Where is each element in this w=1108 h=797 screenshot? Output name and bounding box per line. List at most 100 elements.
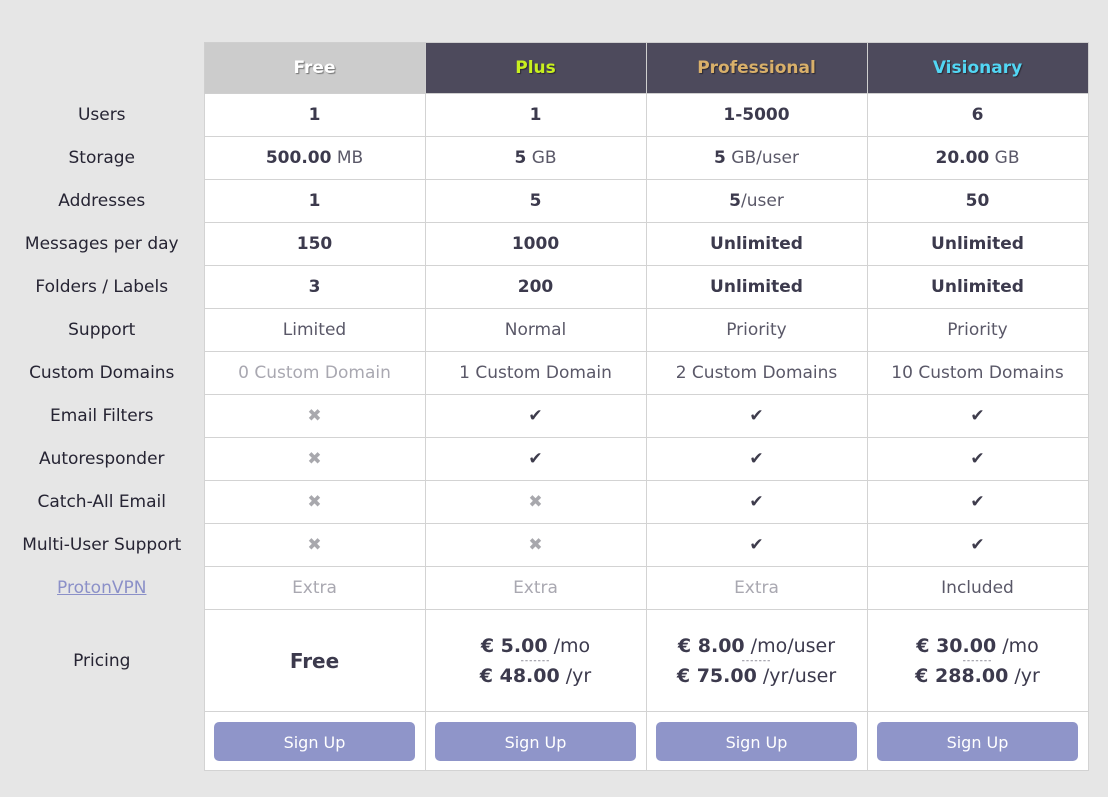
cell-addresses-plus: 5 [424,179,647,223]
signup-button-professional[interactable]: Sign Up [656,721,857,761]
check-icon: ✔ [970,492,985,512]
cell-vpn-free: Extra [203,566,426,610]
row-signup: Sign Up Sign Up Sign Up Sign Up [0,711,1089,771]
price-amount: € 8.00 [677,634,745,657]
cell-pricing-free: Free [203,609,426,712]
value: Normal [504,320,567,340]
unit: GB [526,148,557,168]
plan-header-free: Free [203,42,426,94]
amount: 50 [965,191,990,211]
cell-addresses-visionary: 50 [866,179,1089,223]
cell-catchall-visionary: ✔ [866,480,1089,524]
price-amount: € 75.00 [676,664,757,687]
cell-pricing-professional: € 8.00 /mo/user ------- € 75.00 /yr/user [645,609,868,712]
price-amount: € 5.00 [480,634,548,657]
price-unit: /mo [996,634,1039,657]
amount: 20.00 [935,148,990,168]
cell-support-free: Limited [203,308,426,352]
cell-multiuser-professional: ✔ [645,523,868,567]
row-label-empty [0,712,204,771]
price-amount: € 30.00 [916,634,997,657]
header-spacer [0,43,204,94]
price-amount: € 48.00 [479,664,560,687]
cell-messages-visionary: Unlimited [866,222,1089,266]
cross-icon: ✖ [528,492,543,512]
row-label: Storage [68,148,135,168]
plan-header-row: Free Plus Professional Visionary [0,42,1089,94]
cell-signup-free: Sign Up [203,711,426,771]
cell-users-professional: 1-5000 [645,93,868,137]
row-label: Catch-All Email [37,492,166,512]
price-unit: /yr/user [756,664,837,687]
price-free: Free [289,648,340,673]
amount: 500.00 [265,148,332,168]
value: Priority [947,320,1008,340]
price-unit: /mo/user [744,634,836,657]
signup-button-visionary[interactable]: Sign Up [877,721,1078,761]
cell-domains-plus: 1 Custom Domain [424,351,647,395]
plan-comparison: Free Plus Professional Visionary Users 1… [0,42,1089,771]
cell-multiuser-free: ✖ [203,523,426,567]
value: Unlimited [710,234,803,254]
cell-support-visionary: Priority [866,308,1089,352]
row-label: Multi-User Support [22,535,182,555]
check-icon: ✔ [970,406,985,426]
row-catch-all: Catch-All Email ✖ ✖ ✔ ✔ [0,480,1089,524]
value: 3 [308,277,321,297]
value: Included [941,578,1014,598]
cell-folders-professional: Unlimited [645,265,868,309]
value: 1000 [511,234,560,254]
cell-storage-visionary: 20.00 GB [866,136,1089,180]
row-label: Users [77,105,126,125]
plan-name: Professional [697,58,816,78]
value: Unlimited [710,277,803,297]
cell-catchall-professional: ✔ [645,480,868,524]
plan-header-visionary: Visionary [866,42,1089,94]
value: 1 Custom Domain [459,363,612,383]
cell-signup-plus: Sign Up [424,711,647,771]
cell-filters-professional: ✔ [645,394,868,438]
row-folders: Folders / Labels 3 200 Unlimited Unlimit… [0,265,1089,309]
row-multi-user: Multi-User Support ✖ ✖ ✔ ✔ [0,523,1089,567]
cell-folders-free: 3 [203,265,426,309]
check-icon: ✔ [749,449,764,469]
cell-domains-professional: 2 Custom Domains [645,351,868,395]
cell-autoresponder-plus: ✔ [424,437,647,481]
cell-catchall-plus: ✖ [424,480,647,524]
cell-users-plus: 1 [424,93,647,137]
unit: GB [989,148,1020,168]
plan-header-plus: Plus [424,42,647,94]
check-icon: ✔ [528,449,543,469]
cell-users-visionary: 6 [866,93,1089,137]
value: Limited [282,320,347,340]
cell-filters-plus: ✔ [424,394,647,438]
cell-users-free: 1 [203,93,426,137]
row-users: Users 1 1 1-5000 6 [0,93,1089,137]
cell-catchall-free: ✖ [203,480,426,524]
price-monthly: € 5.00 /mo [426,635,646,657]
signup-button-free[interactable]: Sign Up [214,721,415,761]
amount: 1 [308,191,321,211]
value: 1 [529,105,542,125]
cell-storage-professional: 5 GB/user [645,136,868,180]
amount: 5 [529,191,542,211]
cell-folders-visionary: Unlimited [866,265,1089,309]
price-unit: /yr [1008,664,1040,687]
cell-addresses-free: 1 [203,179,426,223]
cell-domains-visionary: 10 Custom Domains [866,351,1089,395]
price-yearly: € 75.00 /yr/user [647,665,867,687]
plan-header-professional: Professional [645,42,868,94]
cross-icon: ✖ [528,535,543,555]
row-label: Support [68,320,136,340]
cell-vpn-professional: Extra [645,566,868,610]
row-autoresponder: Autoresponder ✖ ✔ ✔ ✔ [0,437,1089,481]
value: 150 [296,234,333,254]
signup-button-plus[interactable]: Sign Up [435,721,636,761]
cell-storage-plus: 5 GB [424,136,647,180]
protonvpn-link[interactable]: ProtonVPN [57,578,146,598]
value: Extra [513,578,558,598]
price-monthly: € 30.00 /mo [868,635,1088,657]
row-label: Addresses [58,191,146,211]
cell-vpn-visionary: Included [866,566,1089,610]
row-label: Email Filters [49,406,154,426]
